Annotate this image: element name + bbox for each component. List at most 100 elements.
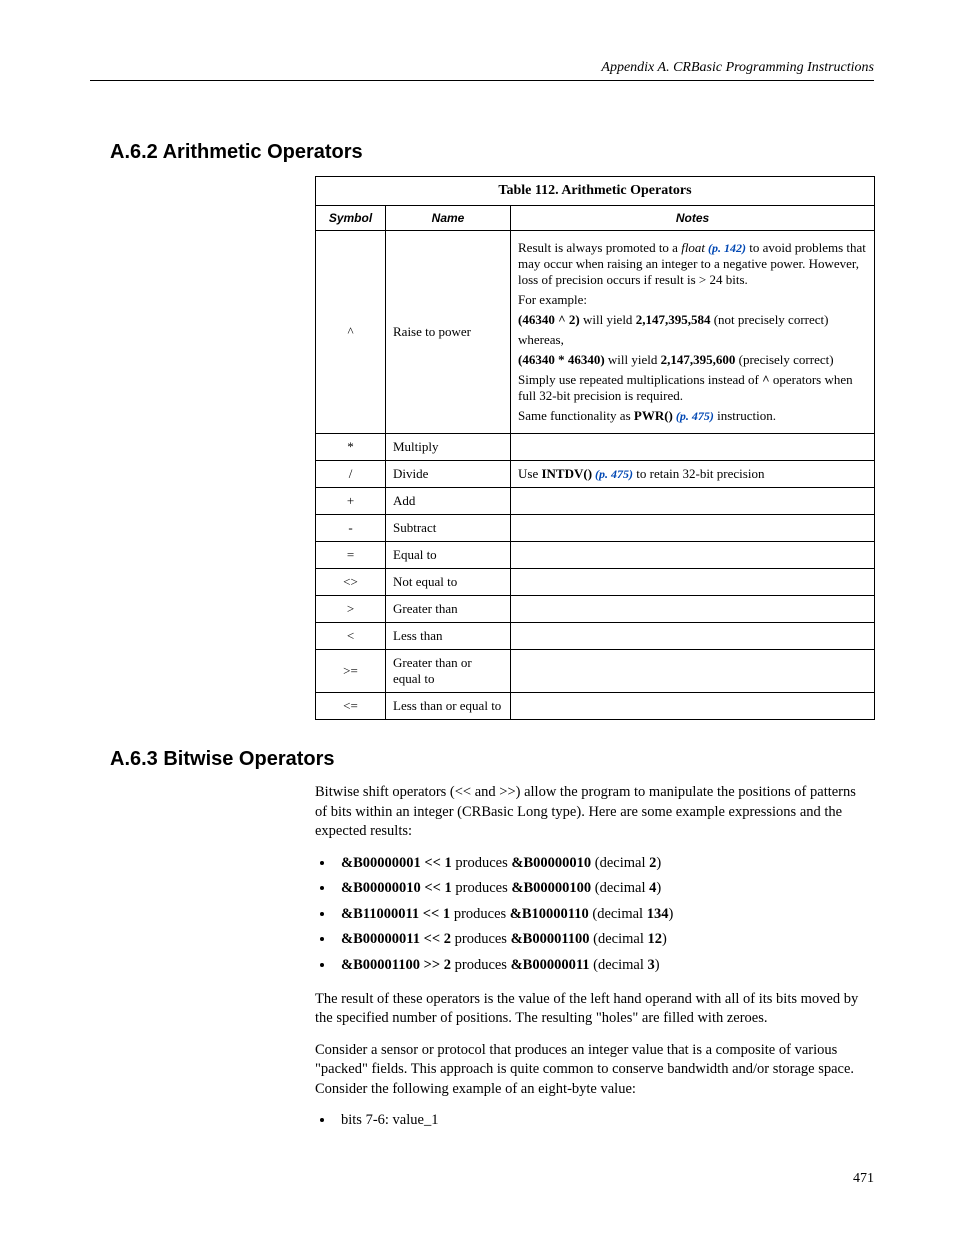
expr-text: (46340 ^ 2) <box>518 312 580 327</box>
bitfield-list: bits 7-6: value_1 <box>315 1111 864 1131</box>
name-cell: Multiply <box>386 434 511 461</box>
notes-cell <box>511 693 875 720</box>
page-ref-link[interactable]: (p. 475) <box>592 467 633 481</box>
list-item: &B00000010 << 1 produces &B00000100 (dec… <box>335 879 864 899</box>
note-text: (decimal <box>591 855 649 871</box>
page-ref-link[interactable]: (p. 475) <box>673 409 714 423</box>
value-text: &B00000011 <box>511 957 590 973</box>
list-item: &B00000001 << 1 produces &B00000010 (dec… <box>335 854 864 874</box>
table-row: <> Not equal to <box>316 569 875 596</box>
notes-cell: Result is always promoted to a float (p.… <box>511 231 875 434</box>
notes-cell <box>511 569 875 596</box>
note-text: produces <box>452 855 512 871</box>
note-text: Simply use repeated multiplications inst… <box>518 372 762 387</box>
table-row: - Subtract <box>316 515 875 542</box>
notes-cell <box>511 542 875 569</box>
table-row: ^ Raise to power Result is always promot… <box>316 231 875 434</box>
name-cell: Equal to <box>386 542 511 569</box>
symbol-cell: >= <box>316 650 386 693</box>
symbol-cell: <= <box>316 693 386 720</box>
page-header: Appendix A. CRBasic Programming Instruct… <box>90 60 874 81</box>
value-text: &B00000010 <box>511 855 591 871</box>
col-notes-header: Notes <box>511 206 875 231</box>
note-text: ) <box>656 855 661 871</box>
note-text: (decimal <box>591 880 649 896</box>
expr-text: (46340 * 46340) <box>518 352 605 367</box>
table-row: > Greater than <box>316 596 875 623</box>
note-text: produces <box>450 906 510 922</box>
symbol-cell: + <box>316 488 386 515</box>
note-text: produces <box>452 880 512 896</box>
expr-text: &B00001100 >> 2 <box>341 957 451 973</box>
note-text: (decimal <box>590 957 648 973</box>
symbol-cell: * <box>316 434 386 461</box>
arithmetic-operators-table: Table 112. Arithmetic Operators Symbol N… <box>315 176 875 720</box>
decimal-text: 134 <box>647 906 669 922</box>
table-caption: Table 112. Arithmetic Operators <box>315 176 875 205</box>
note-text: will yield <box>580 312 636 327</box>
table-row: * Multiply <box>316 434 875 461</box>
table-row: <= Less than or equal to <box>316 693 875 720</box>
page-ref-link[interactable]: (p. 142) <box>705 241 746 255</box>
expr-text: &B00000011 << 2 <box>341 931 451 947</box>
note-text: ) <box>656 880 661 896</box>
notes-cell <box>511 488 875 515</box>
symbol-cell: - <box>316 515 386 542</box>
symbol-cell: < <box>316 623 386 650</box>
value-text: &B10000110 <box>510 906 589 922</box>
notes-cell <box>511 515 875 542</box>
body-paragraph: The result of these operators is the val… <box>315 990 864 1029</box>
name-cell: Less than <box>386 623 511 650</box>
list-item: bits 7-6: value_1 <box>335 1111 864 1131</box>
list-item: &B00000011 << 2 produces &B00001100 (dec… <box>335 930 864 950</box>
col-name-header: Name <box>386 206 511 231</box>
list-item: &B00001100 >> 2 produces &B00000011 (dec… <box>335 956 864 976</box>
name-cell: Greater than or equal to <box>386 650 511 693</box>
table-row: >= Greater than or equal to <box>316 650 875 693</box>
name-cell: Less than or equal to <box>386 693 511 720</box>
note-text: Same functionality as <box>518 408 634 423</box>
table-row: / Divide Use INTDV() (p. 475) to retain … <box>316 461 875 488</box>
note-text: produces <box>451 957 511 973</box>
note-text: to retain 32-bit precision <box>633 466 764 481</box>
note-text: (precisely correct) <box>735 352 833 367</box>
note-text: ) <box>668 906 673 922</box>
note-text: produces <box>451 931 511 947</box>
name-cell: Greater than <box>386 596 511 623</box>
symbol-cell: <> <box>316 569 386 596</box>
body-paragraph: Consider a sensor or protocol that produ… <box>315 1041 864 1100</box>
func-text: PWR() <box>634 408 673 423</box>
expr-text: &B00000001 << 1 <box>341 855 452 871</box>
section-heading-bitwise: A.6.3 Bitwise Operators <box>110 748 874 771</box>
note-text: For example: <box>518 292 867 308</box>
symbol-cell: = <box>316 542 386 569</box>
name-cell: Add <box>386 488 511 515</box>
value-text: 2,147,395,600 <box>661 352 736 367</box>
func-text: INTDV() <box>541 466 592 481</box>
col-symbol-header: Symbol <box>316 206 386 231</box>
symbol-cell: > <box>316 596 386 623</box>
op-text: ^ <box>762 372 770 387</box>
decimal-text: 3 <box>648 957 655 973</box>
note-text: ) <box>655 957 660 973</box>
notes-cell <box>511 596 875 623</box>
section-heading-arithmetic: A.6.2 Arithmetic Operators <box>110 141 874 164</box>
value-text: &B00000100 <box>511 880 591 896</box>
note-text: (decimal <box>589 906 647 922</box>
notes-cell <box>511 650 875 693</box>
body-paragraph: Bitwise shift operators (<< and >>) allo… <box>315 783 864 842</box>
note-text: instruction. <box>714 408 776 423</box>
table-row: < Less than <box>316 623 875 650</box>
list-item: &B11000011 << 1 produces &B10000110 (dec… <box>335 905 864 925</box>
value-text: &B00001100 <box>511 931 590 947</box>
note-text: will yield <box>605 352 661 367</box>
expr-text: &B11000011 << 1 <box>341 906 450 922</box>
value-text: 2,147,395,584 <box>636 312 711 327</box>
name-cell: Divide <box>386 461 511 488</box>
name-cell: Not equal to <box>386 569 511 596</box>
symbol-cell: / <box>316 461 386 488</box>
notes-cell: Use INTDV() (p. 475) to retain 32-bit pr… <box>511 461 875 488</box>
note-text: Use <box>518 466 541 481</box>
bitwise-examples-list: &B00000001 << 1 produces &B00000010 (dec… <box>315 854 864 976</box>
name-cell: Raise to power <box>386 231 511 434</box>
